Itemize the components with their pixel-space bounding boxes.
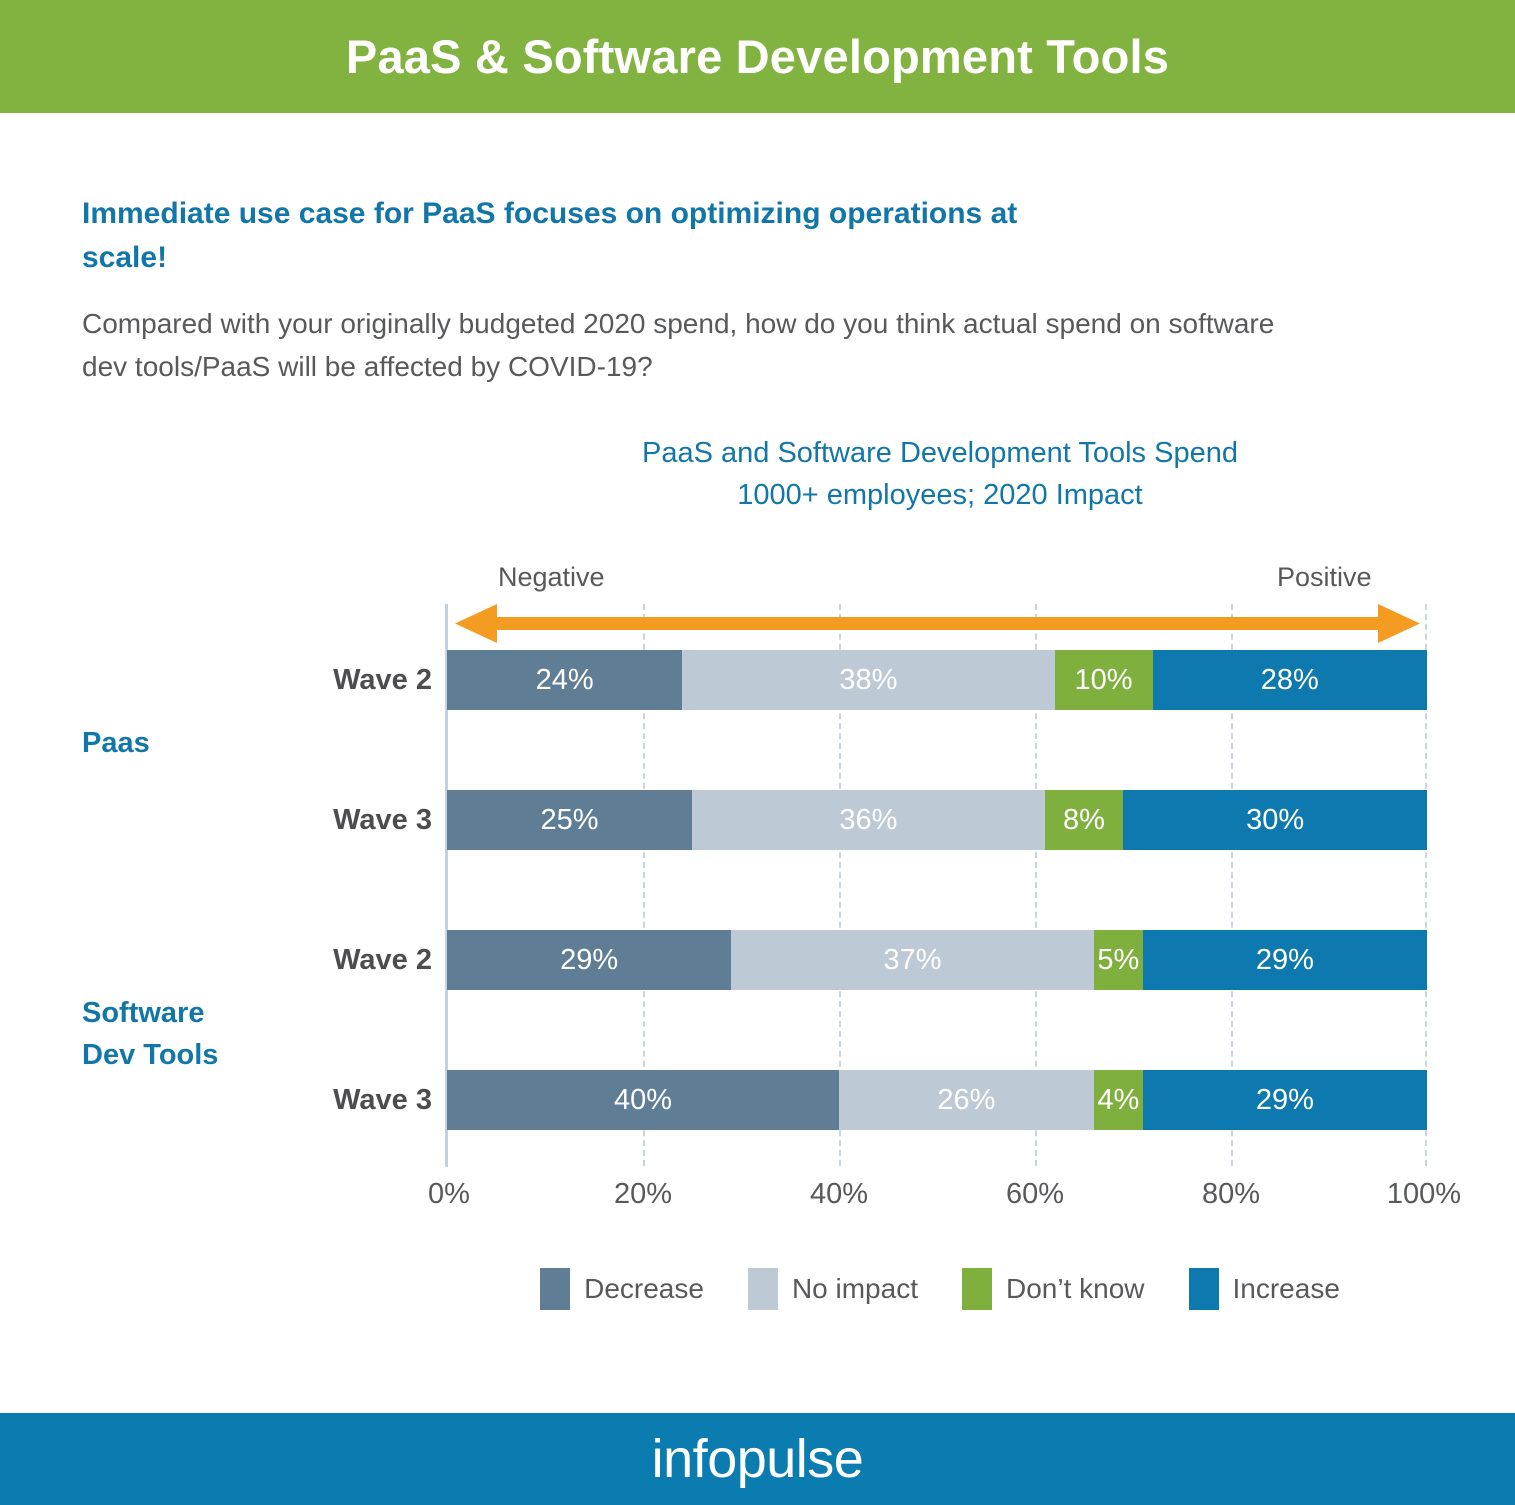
bar-segment-increase: 28%	[1152, 650, 1427, 710]
x-axis-tick-100: 100%	[1386, 1178, 1462, 1210]
group-label-software-dev-tools: Software Dev Tools	[82, 992, 372, 1076]
table-row: 25% 36% 8% 30%	[447, 790, 1427, 850]
legend-swatch-dont-know	[961, 1268, 992, 1310]
survey-question: Compared with your originally budgeted 2…	[82, 308, 1275, 382]
chart-legend: Decrease No impact Don’t know Increase	[440, 1268, 1440, 1310]
axis-annotation-negative: Negative	[498, 562, 605, 592]
bar-segment-dont-know: 8%	[1044, 790, 1124, 850]
legend-item-no-impact[interactable]: No impact	[747, 1268, 918, 1310]
legend-item-decrease[interactable]: Decrease	[540, 1268, 704, 1310]
table-row: 40% 26% 4% 29%	[447, 1070, 1427, 1130]
x-axis-tick-0: 0%	[428, 1178, 470, 1210]
bar-segment-decrease: 40%	[447, 1070, 839, 1130]
x-axis-tick-20: 20%	[613, 1178, 673, 1210]
row-label-sdt-wave-3: Wave 3	[333, 1084, 432, 1116]
bar-segment-no-impact: 37%	[731, 930, 1094, 990]
chart-title: PaaS and Software Development Tools Spen…	[440, 432, 1440, 516]
bar-segment-dont-know: 4%	[1093, 1070, 1143, 1130]
arrow-icon	[455, 604, 1420, 643]
table-row: 24% 38% 10% 28%	[447, 650, 1427, 710]
x-axis-tick-60: 60%	[1005, 1178, 1065, 1210]
legend-swatch-no-impact	[747, 1268, 778, 1310]
bar-segment-increase: 29%	[1142, 930, 1427, 990]
bar-segment-no-impact: 26%	[839, 1070, 1094, 1130]
bar-segment-decrease: 29%	[447, 930, 732, 990]
gridline-80	[1231, 604, 1233, 1166]
gridline-40	[839, 604, 841, 1166]
group-label-sdt-line1: Software	[82, 997, 205, 1029]
bar-segment-increase: 30%	[1123, 790, 1427, 850]
table-row: 29% 37% 5% 29%	[447, 930, 1427, 990]
legend-label-no-impact: No impact	[791, 1273, 918, 1304]
infopulse-logo: infopulse	[651, 1429, 864, 1489]
legend-swatch-increase	[1188, 1268, 1219, 1310]
bar-segment-increase: 29%	[1142, 1070, 1427, 1130]
legend-label-increase: Increase	[1232, 1273, 1340, 1304]
legend-item-dont-know[interactable]: Don’t know	[961, 1268, 1145, 1310]
y-axis-line	[445, 604, 448, 1167]
group-label-sdt-line2: Dev Tools	[82, 1039, 219, 1072]
bar-segment-decrease: 25%	[447, 790, 692, 850]
gridline-100	[1425, 604, 1427, 1166]
plot-area	[447, 604, 1427, 1166]
legend-item-increase[interactable]: Increase	[1188, 1268, 1340, 1310]
x-axis-tick-40: 40%	[809, 1178, 869, 1210]
legend-swatch-decrease	[540, 1268, 571, 1310]
lead-statement: Immediate use case for PaaS focuses on o…	[82, 197, 1018, 275]
row-label-paas-wave-2: Wave 2	[333, 664, 432, 696]
footer-band: infopulse	[0, 1413, 1515, 1505]
chart-title-line2: 1000+ employees; 2020 Impact	[737, 479, 1143, 512]
gridline-20	[643, 604, 645, 1166]
chart-title-line1: PaaS and Software Development Tools Spen…	[642, 437, 1238, 469]
row-label-sdt-wave-2: Wave 2	[333, 944, 432, 976]
negative-positive-arrow	[455, 604, 1420, 644]
x-axis-tick-80: 80%	[1201, 1178, 1261, 1210]
bar-segment-decrease: 24%	[447, 650, 683, 710]
page-title: PaaS & Software Development Tools	[345, 30, 1170, 83]
bar-segment-no-impact: 36%	[692, 790, 1045, 850]
bar-segment-dont-know: 5%	[1093, 930, 1143, 990]
row-label-paas-wave-3: Wave 3	[333, 804, 432, 836]
group-label-paas: Paas	[82, 727, 150, 759]
gridline-60	[1035, 604, 1037, 1166]
legend-label-dont-know: Don’t know	[1005, 1273, 1145, 1304]
axis-annotation-positive: Positive	[1277, 562, 1372, 592]
bar-segment-dont-know: 10%	[1054, 650, 1153, 710]
legend-label-decrease: Decrease	[584, 1273, 704, 1304]
header-band: PaaS & Software Development Tools	[0, 0, 1515, 113]
bar-segment-no-impact: 38%	[682, 650, 1055, 710]
